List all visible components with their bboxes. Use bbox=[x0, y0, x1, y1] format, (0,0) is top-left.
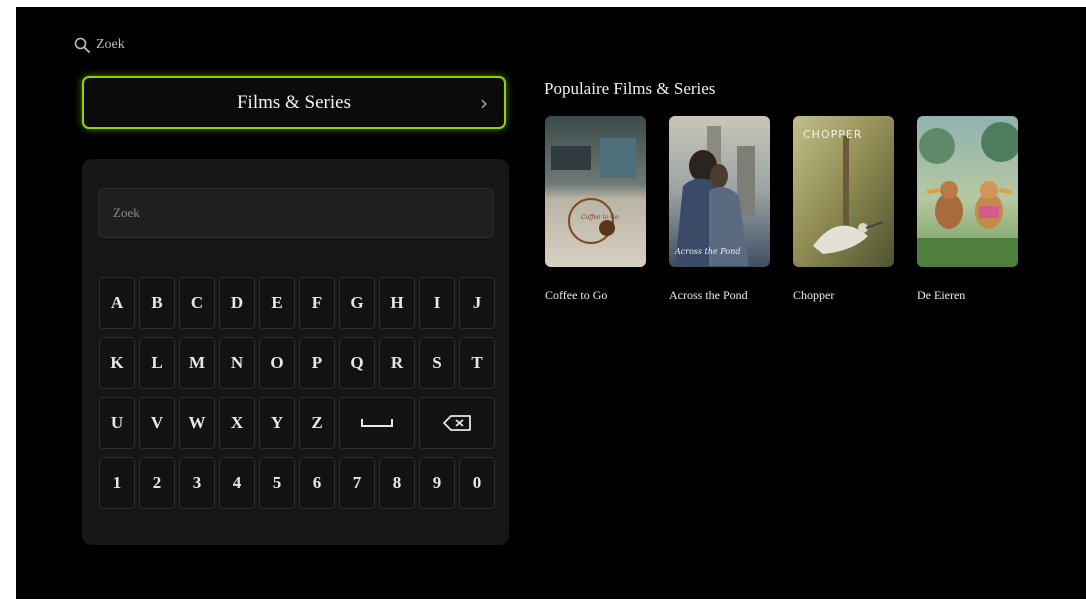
key[interactable]: 5 bbox=[259, 457, 295, 509]
ducks-poster-icon bbox=[917, 116, 1018, 267]
key[interactable]: M bbox=[179, 337, 215, 389]
poster-title: De Eieren bbox=[917, 288, 966, 302]
poster-across-the-pond[interactable]: Across the Pond bbox=[669, 116, 770, 267]
key[interactable]: 8 bbox=[379, 457, 415, 509]
key[interactable]: 6 bbox=[299, 457, 335, 509]
coffee-poster-icon: Coffee to Go bbox=[545, 116, 646, 267]
key[interactable]: G bbox=[339, 277, 375, 329]
key[interactable]: J bbox=[459, 277, 495, 329]
key[interactable]: O bbox=[259, 337, 295, 389]
poster-title: Chopper bbox=[793, 288, 835, 302]
key[interactable]: N bbox=[219, 337, 255, 389]
key[interactable]: D bbox=[219, 277, 255, 329]
bird-poster-icon: CHOPPER bbox=[793, 116, 894, 267]
key[interactable]: T bbox=[459, 337, 495, 389]
key[interactable]: S bbox=[419, 337, 455, 389]
key[interactable]: Z bbox=[299, 397, 335, 449]
space-icon bbox=[361, 419, 393, 427]
key[interactable]: Y bbox=[259, 397, 295, 449]
key[interactable]: 9 bbox=[419, 457, 455, 509]
key[interactable]: 1 bbox=[99, 457, 135, 509]
category-selector-button[interactable]: Films & Series › bbox=[82, 76, 506, 129]
category-label: Films & Series bbox=[236, 91, 351, 113]
key[interactable]: I bbox=[419, 277, 455, 329]
poster-title: Coffee to Go bbox=[545, 288, 608, 302]
couple-poster-icon: Across the Pond bbox=[669, 116, 770, 267]
key[interactable]: R bbox=[379, 337, 415, 389]
section-title: Populaire Films & Series bbox=[544, 79, 716, 98]
key[interactable]: 7 bbox=[339, 457, 375, 509]
keyboard-panel: Zoek A B C D E F G H I J K L M N O P Q R… bbox=[82, 159, 509, 545]
poster-coffee-to-go[interactable]: Coffee to Go bbox=[545, 116, 646, 267]
space-key[interactable] bbox=[339, 397, 415, 449]
top-search-label: Zoek bbox=[96, 37, 125, 52]
search-icon bbox=[74, 37, 90, 53]
key[interactable]: H bbox=[379, 277, 415, 329]
poster-overlay-text: CHOPPER bbox=[803, 128, 862, 141]
poster-title: Across the Pond bbox=[669, 288, 748, 302]
key[interactable]: P bbox=[299, 337, 335, 389]
key[interactable]: Q bbox=[339, 337, 375, 389]
key[interactable]: F bbox=[299, 277, 335, 329]
poster-chopper[interactable]: CHOPPER bbox=[793, 116, 894, 267]
key[interactable]: W bbox=[179, 397, 215, 449]
backspace-key[interactable] bbox=[419, 397, 495, 449]
key[interactable]: E bbox=[259, 277, 295, 329]
poster-de-eieren[interactable] bbox=[917, 116, 1018, 267]
key[interactable]: 0 bbox=[459, 457, 495, 509]
key[interactable]: 4 bbox=[219, 457, 255, 509]
backspace-icon bbox=[443, 415, 471, 431]
key[interactable]: K bbox=[99, 337, 135, 389]
poster-overlay-text: Coffee to Go bbox=[581, 214, 619, 221]
key[interactable]: L bbox=[139, 337, 175, 389]
key[interactable]: U bbox=[99, 397, 135, 449]
key[interactable]: C bbox=[179, 277, 215, 329]
poster-overlay-text: Across the Pond bbox=[674, 247, 740, 256]
tv-screen: Zoek Films & Series › Zoek A B C D E F G… bbox=[16, 7, 1086, 599]
key[interactable]: B bbox=[139, 277, 175, 329]
chevron-right-icon: › bbox=[480, 90, 488, 115]
key[interactable]: 2 bbox=[139, 457, 175, 509]
search-input[interactable]: Zoek bbox=[98, 188, 494, 238]
key[interactable]: V bbox=[139, 397, 175, 449]
key[interactable]: X bbox=[219, 397, 255, 449]
key[interactable]: 3 bbox=[179, 457, 215, 509]
top-search[interactable]: Zoek bbox=[74, 37, 125, 53]
key[interactable]: A bbox=[99, 277, 135, 329]
